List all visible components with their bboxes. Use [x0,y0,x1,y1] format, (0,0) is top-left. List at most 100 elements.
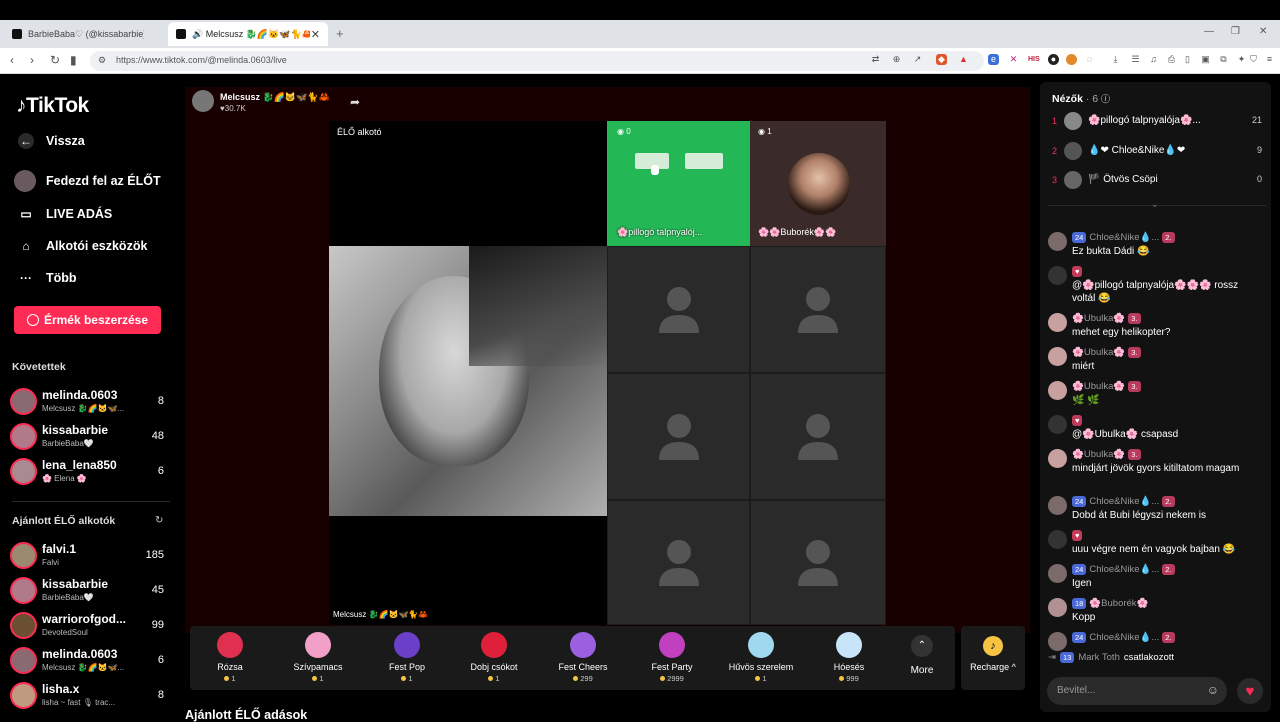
like-button[interactable]: ♥ [1237,678,1263,704]
bookmark-icon[interactable]: ▮ [70,53,77,67]
extension-icon[interactable]: ✕ [1008,54,1019,65]
guest-video-2[interactable]: ◉ 1 🌸🌸Buborék🌸🌸 [750,121,886,246]
fest-party-icon [659,632,685,658]
recommended-item[interactable]: lisha.x lisha ~ fast 🎙 trac... 8 [10,680,170,714]
rewards-icon[interactable]: ▲ [958,54,969,65]
gift-heart-puff[interactable]: Szívpamacs 1 [278,632,358,683]
nav-explore-live[interactable]: Fedezd fel az ÉLŐT [14,170,161,192]
empty-seat[interactable] [750,373,886,500]
arrow-left-icon: ← [18,133,34,149]
extension-icon[interactable] [1066,54,1077,65]
menu-icon[interactable]: ≡ [1264,54,1275,65]
gift-fest-pop[interactable]: Fest Pop 1 [367,632,447,683]
viewer-count: 6 [157,465,164,477]
empty-seat[interactable] [750,246,886,373]
recharge-button[interactable]: ♪ Recharge ^ [961,626,1025,690]
window-close-icon[interactable]: ✕ [1259,26,1267,37]
gift-rose[interactable]: Rózsa 1 [190,632,270,683]
extension-icon[interactable]: ◌ [1084,54,1095,65]
host-likes: ♥30.7K [220,104,246,113]
emoji-icon[interactable]: ☺ [1207,683,1219,697]
back-icon[interactable]: ‹ [10,53,14,67]
avatar [10,542,37,569]
screenshot-icon[interactable]: ⧉ [1218,54,1229,65]
get-coins-button[interactable]: Érmék beszerzése [14,306,161,334]
nav-label: Alkotói eszközök [46,239,148,253]
recommended-item[interactable]: falvi.1 Falvi 185 [10,540,170,574]
sidebar-toggle-icon[interactable]: ▯ [1182,54,1193,65]
tiktok-logo[interactable]: ♪TikTok [16,94,89,118]
more-gifts-button[interactable]: ⌃ More [907,635,937,676]
reading-list-icon[interactable]: ⎙ [1166,54,1177,65]
empty-seat[interactable] [607,500,750,625]
chat-input[interactable]: Bevitel... ☺ [1047,677,1227,705]
extension-icon[interactable]: ● [1048,54,1059,65]
share-page-icon[interactable]: ↗ [912,54,923,65]
site-info-icon[interactable]: ⚙ [98,55,106,66]
viewer-name: 🌸pillogó talpnyalója🌸... [1088,115,1201,126]
empty-seat[interactable] [750,500,886,625]
recommended-item[interactable]: kissabarbie BarbieBaba🤍 45 [10,575,170,609]
restore-icon[interactable]: ❐ [1231,26,1240,37]
empty-seat[interactable] [607,373,750,500]
extension-icon[interactable]: e [988,54,999,65]
recommended-item[interactable]: warriorofgod... DevotedSoul 99 [10,610,170,644]
zoom-icon[interactable]: ⊕ [891,54,902,65]
message-header: ♥ [1072,530,1083,541]
download-icon[interactable]: ⤓ [1110,54,1121,65]
join-notice: ⇥ 13 Mark Toth csatlakozott [1048,652,1174,663]
translate-icon[interactable]: ⇄ [870,54,881,65]
help-icon[interactable]: ⓘ [1101,94,1110,104]
host-hair [469,246,607,366]
top-viewer[interactable]: 3 🏴 Ötvös Csöpi 0 [1048,169,1266,195]
refresh-icon[interactable]: ↻ [155,515,163,526]
gift-name: Fest Pop [388,662,426,672]
chat-message: 🌸Ubulka🌸 3. miért [1048,347,1266,377]
brave-shield-icon[interactable]: ◆ [936,54,947,65]
nav-back[interactable]: ← Vissza [18,133,85,149]
recommended-name: melinda.0603 [42,647,118,661]
reload-icon[interactable]: ↻ [50,53,60,67]
empty-seat[interactable] [607,246,750,373]
get-coins-label: Érmék beszerzése [43,313,149,327]
following-item[interactable]: melinda.0603 Melcsusz 🐉🌈🐱🦋... 8 [10,386,170,420]
chat-text: mehet egy helikopter? [1072,327,1171,338]
sparkle-icon[interactable]: ✦ [1236,54,1247,65]
extension-icon[interactable]: HIS [1028,54,1040,65]
gift-fest-cheers[interactable]: Fest Cheers 299 [543,632,623,683]
vpn-icon[interactable]: ⛉ [1248,54,1259,65]
close-tab-icon[interactable]: ✕ [311,28,320,41]
viewers-header[interactable]: Nézők · 6 ⓘ [1052,92,1110,105]
recommended-item[interactable]: melinda.0603 Melcsusz 🐉🌈🐱🦋... 6 [10,645,170,679]
media-icon[interactable]: ♫ [1148,54,1159,65]
wallet-icon[interactable]: ▣ [1200,54,1211,65]
browser-tab[interactable]: BarbieBaba♡ (@kissabarbie) Élő [4,22,162,46]
avatar [1048,564,1067,583]
following-item[interactable]: lena_lena850 🌸 Elena 🌸 6 [10,456,170,490]
browser-tab-active[interactable]: 🔊 Melcsusz 🐉🌈🐱🦋🐈🦀 (@ ✕ [168,22,328,46]
new-tab-icon[interactable]: + [336,26,344,41]
tiktok-favicon-icon [12,29,22,39]
top-viewer[interactable]: 1 🌸pillogó talpnyalója🌸... 21 [1048,110,1266,136]
following-item[interactable]: kissabarbie BarbieBaba🤍 48 [10,421,170,455]
tiktok-favicon-icon [176,29,186,39]
host-video[interactable] [329,246,607,516]
heart-puff-icon [305,632,331,658]
guest-video-1[interactable]: ◉ 0 🌸pillogó talpnyalój... [607,121,750,246]
url-input[interactable]: ⚙ https://www.tiktok.com/@melinda.0603/l… [90,51,984,71]
gift-blow-kiss[interactable]: Dobj csókot 1 [454,632,534,683]
share-icon[interactable]: ➦ [350,95,360,109]
top-viewer[interactable]: 2 💧❤ Chloe&Nike💧❤ 9 [1048,140,1266,166]
gift-cool-love[interactable]: Hűvös szerelem 1 [721,632,801,683]
minimize-icon[interactable]: — [1204,26,1214,37]
gift-fest-party[interactable]: Fest Party 2999 [632,632,712,683]
nav-more[interactable]: ··· Több [18,270,77,286]
chevron-down-icon[interactable]: ⌄ [1151,199,1159,210]
message-header: 18 🌸Buborék🌸 [1072,598,1148,609]
gift-snowfall[interactable]: Hóesés 999 [809,632,889,683]
history-icon[interactable]: ☰ [1130,54,1141,65]
nav-creator-tools[interactable]: ⌂ Alkotói eszközök [18,238,147,254]
nav-live-studio[interactable]: ▭ LIVE ADÁS [18,206,112,222]
forward-icon[interactable]: › [30,53,34,67]
gift-name: Hóesés [833,662,865,672]
